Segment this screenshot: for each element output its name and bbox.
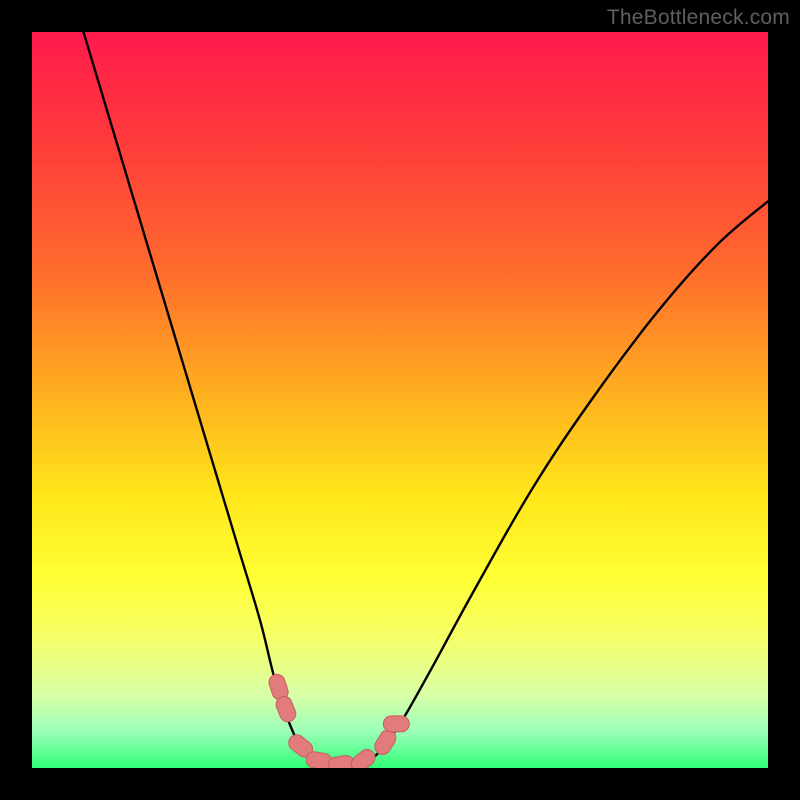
watermark-text: TheBottleneck.com xyxy=(607,6,790,30)
gradient-background xyxy=(32,32,768,768)
chart-svg xyxy=(32,32,768,768)
plot-area xyxy=(32,32,768,768)
outer-frame: TheBottleneck.com xyxy=(0,0,800,800)
marker-point xyxy=(383,716,409,732)
